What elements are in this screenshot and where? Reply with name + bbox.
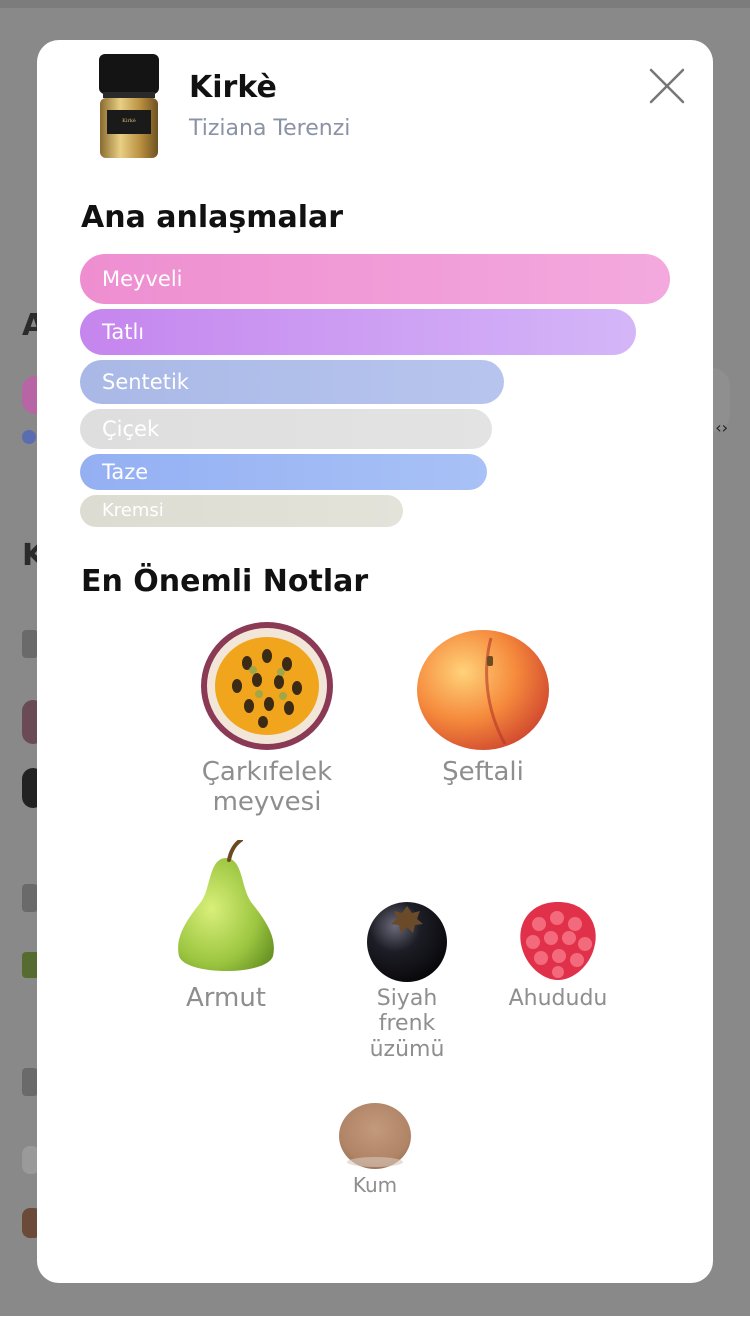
background-swap-icon: ‹› [715, 418, 728, 437]
note-name: Armut [185, 983, 267, 1013]
accord-bar-kremsi: Kremsi [80, 495, 403, 527]
blackcurrant-icon [367, 902, 447, 982]
note-item[interactable]: Siyah frenk üzümü [355, 898, 459, 1062]
accord-bar-sentetik: Sentetik [80, 360, 504, 404]
background-thumb [22, 630, 38, 658]
notes-grid: Çarkıfelek meyvesi Şeftali Armut Siyah f… [37, 610, 713, 1230]
peach-icon [417, 630, 549, 750]
passion-fruit-icon [201, 622, 333, 750]
raspberry-icon [520, 902, 596, 980]
background-thumb [22, 884, 38, 912]
accord-bar-tatlı: Tatlı [80, 309, 636, 355]
perfume-detail-modal: Kirkè Kirkè Tiziana Terenzi Ana anlaşmal… [37, 40, 713, 1283]
perfume-bottle-image: Kirkè [99, 54, 159, 158]
background-thumb [22, 1068, 38, 1096]
accord-bar-çiçek: Çiçek [80, 409, 492, 449]
note-item[interactable]: Armut [171, 838, 281, 1014]
note-item[interactable]: Çarkıfelek meyvesi [197, 618, 337, 818]
accord-bar-meyveli: Meyveli [80, 254, 670, 304]
accords-list: Meyveli Tatlı Sentetik Çiçek Taze Kremsi [80, 254, 680, 532]
note-name: Çarkıfelek meyvesi [201, 757, 333, 817]
perfume-title: Kirkè [189, 70, 277, 105]
note-item[interactable]: Şeftali [413, 618, 553, 788]
note-name: Ahududu [508, 986, 608, 1011]
pear-icon [178, 838, 274, 971]
note-name: Siyah frenk üzümü [369, 986, 445, 1062]
bottom-strip [0, 1316, 750, 1326]
note-item[interactable]: Ahududu [503, 898, 613, 1011]
bottle-label: Kirkè [122, 117, 136, 124]
note-name: Kum [352, 1173, 398, 1197]
close-icon[interactable] [647, 66, 687, 106]
sand-icon [339, 1103, 411, 1169]
notes-heading: En Önemli Notlar [81, 564, 369, 599]
background-dot [22, 430, 36, 444]
accords-heading: Ana anlaşmalar [81, 200, 344, 235]
note-name: Şeftali [442, 757, 524, 787]
accord-bar-taze: Taze [80, 454, 487, 490]
perfume-brand[interactable]: Tiziana Terenzi [189, 116, 350, 141]
note-item[interactable]: Kum [333, 1098, 417, 1197]
